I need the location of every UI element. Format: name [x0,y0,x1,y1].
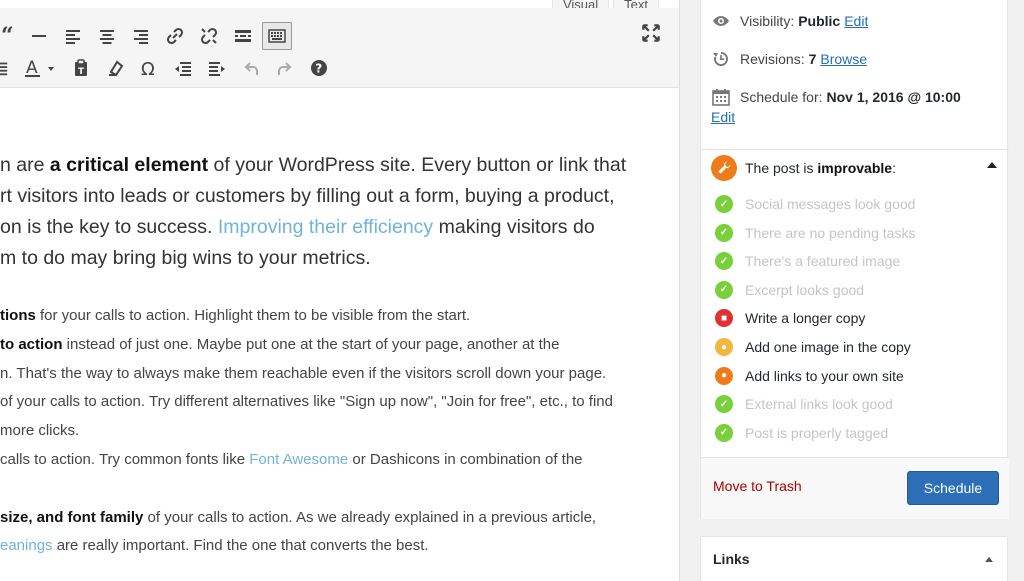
move-to-trash-link[interactable]: Move to Trash [713,478,802,494]
intro-line: n are a critical element of your WordPre… [0,154,627,176]
seo-check-label: Add links to your own site [745,367,904,384]
schedule-row: Schedule for: Nov 1, 2016 @ 10:00 [711,87,961,107]
seo-check-label: Write a longer copy [745,310,866,327]
status-dot-icon: ■ [715,309,733,328]
list-line: tions for your calls to action. Highligh… [0,307,471,324]
seo-check-item: ■ Write a longer copy [715,309,866,328]
seo-check-label: Add one image in the copy [745,339,911,355]
calendar-icon [712,89,730,106]
status-dot-icon: ✓ [715,280,733,299]
inline-link[interactable]: eanings [0,537,53,554]
revisions-icon [713,51,729,66]
seo-check-item: ✓ External links look good [715,395,893,414]
seo-check-label: External links look good [745,396,893,413]
list-line: n. That's the way to always make them re… [0,364,607,382]
status-dot-icon: ● [715,338,733,356]
editor-content[interactable]: n are a critical element of your WordPre… [0,150,679,554]
visibility-edit-link[interactable]: Edit [844,13,868,29]
revisions-row: Revisions: 7 Browse [711,49,867,69]
toolbar-toggle-icon[interactable] [262,22,292,50]
publish-actions: Move to Trash Schedule [701,457,1009,519]
seo-check-label: There's a featured image [745,253,901,270]
align-center-icon[interactable] [90,21,124,51]
seo-check-item: ✓ There's a featured image [715,252,901,271]
list-line: calls to action. Try common fonts like F… [0,450,583,468]
seo-check-item: ✓ Post is properly tagged [715,423,889,442]
status-dot-icon: ✓ [715,252,733,271]
list-line: size, and font family of your calls to a… [0,508,597,526]
intro-line: m to do may bring big wins to your metri… [0,247,371,269]
schedule-edit-link[interactable]: Edit [711,109,735,125]
editor-sidebar: Visibility: Public Edit Revisions: 7 Bro… [680,0,1024,581]
fullscreen-icon[interactable] [640,22,664,46]
special-character-icon[interactable]: Ω [132,53,166,83]
seo-check-item: ● Add links to your own site [715,366,904,385]
unlink-icon[interactable] [192,21,226,51]
list-line: of your calls to action. Try different a… [0,393,613,411]
help-icon[interactable]: ? [302,53,336,83]
list-line: more clicks. [0,422,80,440]
svg-text:T: T [78,67,85,77]
svg-text:Ω: Ω [141,59,155,78]
status-dot-icon: ✓ [715,223,733,242]
visibility-value: Public [798,13,841,29]
list-line: eanings are really important. Find the o… [0,537,429,555]
status-dot-icon: ● [715,366,733,385]
seo-check-item: ✓ Social messages look good [715,195,915,213]
list-line: to action instead of just one. Maybe put… [0,335,560,353]
eye-icon [713,16,729,26]
seo-check-label: There are no pending tasks [745,224,916,241]
visibility-label: Visibility: [740,13,795,29]
visibility-row: Visibility: Public Edit [711,11,868,31]
seo-check-label: Excerpt looks good [745,281,865,298]
status-dot-icon: ✓ [715,423,733,442]
links-panel-title: Links [713,551,750,567]
svg-text:?: ? [315,62,322,76]
collapse-caret-icon[interactable] [985,557,993,562]
revisions-label: Revisions: [740,51,805,67]
schedule-label: Schedule for: [740,89,823,105]
publish-panel: Visibility: Public Edit Revisions: 7 Bro… [700,0,1009,519]
revisions-browse-link[interactable]: Browse [820,51,867,67]
editor-toolbar: “ A T Ω ? [0,8,679,88]
undo-icon[interactable] [234,53,268,83]
svg-text:“: “ [1,26,14,46]
collapse-caret-icon[interactable] [987,162,997,168]
seo-check-item: ✓ Excerpt looks good [715,280,865,299]
align-right-icon[interactable] [124,21,158,51]
status-dot-icon: ✓ [715,195,733,213]
link-icon[interactable] [158,21,192,51]
intro-line: rt visitors into leads or customers by f… [0,185,615,207]
seo-check-label: Social messages look good [745,196,916,212]
seo-check-label: Post is properly tagged [745,424,889,441]
schedule-date: Nov 1, 2016 @ 10:00 [826,89,961,105]
outdent-icon[interactable] [166,53,200,83]
justify-icon[interactable] [0,53,18,83]
schedule-button[interactable]: Schedule [907,471,999,505]
horizontal-line-icon[interactable] [22,21,56,51]
tips-list: tions for your calls to action. Highligh… [0,302,613,561]
seo-status-title: The post is improvable: [745,159,896,176]
clear-formatting-icon[interactable] [98,53,132,83]
links-panel: Links [700,536,1008,581]
inline-link[interactable]: Improving their efficiency [218,216,433,238]
status-dot-icon: ✓ [715,395,733,414]
revisions-count: 7 [808,51,817,67]
redo-icon[interactable] [268,53,302,83]
intro-paragraph: n are a critical element of your WordPre… [0,150,679,274]
post-editor: Visual Text “ A T Ω ? n are a critical e… [0,0,680,581]
list-line [0,475,613,504]
intro-line: on is the key to success. Improving thei… [0,216,595,238]
paste-text-icon[interactable]: T [64,53,98,83]
seo-check-item: ✓ There are no pending tasks [715,223,916,242]
seo-check-item: ● Add one image in the copy [715,338,911,356]
text-color-icon[interactable]: A [18,53,64,83]
read-more-icon[interactable] [226,21,260,51]
inline-link[interactable]: Font Awesome [249,451,348,468]
align-left-icon[interactable] [56,21,90,51]
indent-icon[interactable] [200,53,234,83]
wrench-icon [711,154,737,181]
seo-analysis-header[interactable]: The post is improvable: [701,149,1009,185]
blockquote-icon[interactable]: “ [0,21,22,51]
